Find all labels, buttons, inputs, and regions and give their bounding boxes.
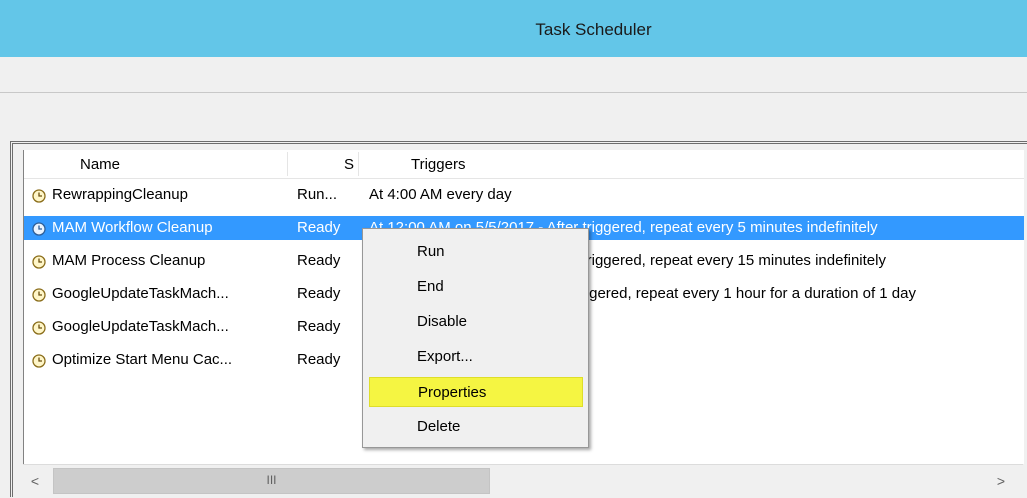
- grip-icon: III: [266, 473, 277, 487]
- task-name: MAM Process Cleanup: [52, 252, 206, 269]
- menu-item-run[interactable]: Run: [369, 237, 583, 267]
- clock-icon: [32, 319, 46, 335]
- context-menu: Run End Disable Export... Properties Del…: [362, 228, 589, 448]
- task-status: Ready: [297, 318, 341, 335]
- clock-icon: [32, 220, 46, 236]
- menu-item-end[interactable]: End: [369, 272, 583, 302]
- menu-item-delete[interactable]: Delete: [369, 412, 583, 442]
- scroll-right-button[interactable]: >: [989, 467, 1013, 495]
- window-title: Task Scheduler: [535, 20, 652, 39]
- menu-item-disable[interactable]: Disable: [369, 307, 583, 337]
- title-bar: Task Scheduler: [0, 0, 1027, 57]
- clock-icon: [32, 187, 46, 203]
- task-name: Optimize Start Menu Cac...: [52, 351, 233, 368]
- task-status: Ready: [297, 252, 341, 269]
- task-status: Ready: [297, 285, 341, 302]
- clock-icon: [32, 253, 46, 269]
- scroll-left-button[interactable]: <: [23, 467, 47, 495]
- column-header: Name S Triggers: [24, 150, 1024, 179]
- clock-icon: [32, 352, 46, 368]
- horizontal-scrollbar[interactable]: < III >: [23, 464, 1023, 498]
- task-triggers: At 4:00 AM every day: [369, 186, 512, 203]
- menu-item-export[interactable]: Export...: [369, 342, 583, 372]
- task-name: MAM Workflow Cleanup: [52, 219, 213, 236]
- task-status: Ready: [297, 219, 341, 236]
- scrollbar-thumb[interactable]: III: [53, 468, 490, 494]
- task-name: RewrappingCleanup: [52, 186, 188, 203]
- task-status: Ready: [297, 351, 341, 368]
- task-name: GoogleUpdateTaskMach...: [52, 285, 229, 302]
- table-row[interactable]: RewrappingCleanup Run... At 4:00 AM ever…: [24, 183, 1024, 207]
- task-status: Run...: [297, 186, 338, 203]
- clock-icon: [32, 286, 46, 302]
- column-status[interactable]: S: [288, 150, 358, 178]
- column-name[interactable]: Name: [24, 150, 286, 178]
- menu-bar: [0, 57, 1027, 93]
- task-name: GoogleUpdateTaskMach...: [52, 318, 229, 335]
- menu-item-properties[interactable]: Properties: [369, 377, 583, 407]
- column-triggers[interactable]: Triggers: [359, 150, 1019, 178]
- toolbar: [0, 93, 1027, 138]
